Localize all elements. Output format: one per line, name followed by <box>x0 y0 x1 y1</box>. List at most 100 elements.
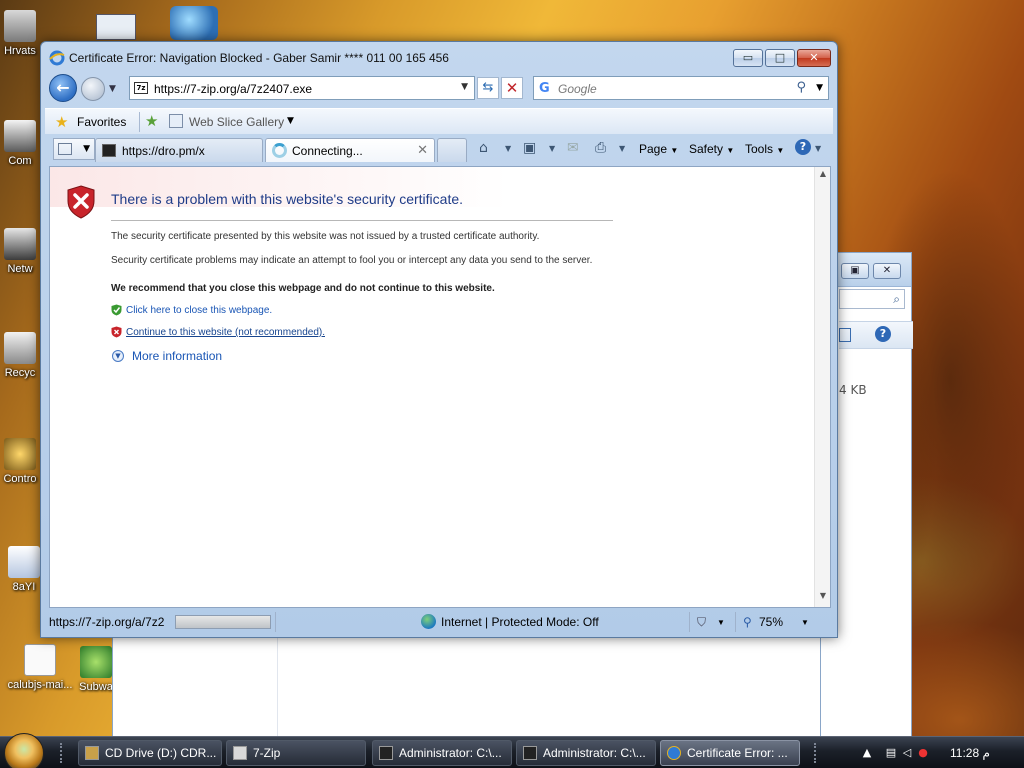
network-tray-icon[interactable]: ▤ <box>884 746 898 760</box>
help-dropdown-icon[interactable]: ▼ <box>815 144 821 153</box>
ie-window[interactable]: Certificate Error: Navigation Blocked - … <box>40 41 838 638</box>
quick-tabs-grid-icon <box>58 143 72 155</box>
favorites-bar: ★ Favorites ★ Web Slice Gallery ▼ <box>45 108 833 134</box>
window-title: Certificate Error: Navigation Blocked - … <box>69 51 449 65</box>
desktop-icon-label: Netw <box>7 263 33 275</box>
media-icon[interactable] <box>170 6 218 40</box>
help-icon[interactable]: ? <box>795 139 811 155</box>
zoom-dropdown-icon[interactable]: ▼ <box>801 618 809 627</box>
google-icon: G <box>539 81 550 96</box>
read-mail-icon[interactable]: ✉ <box>567 140 579 156</box>
error-heading: There is a problem with this website's s… <box>111 191 464 207</box>
taskbar: CD Drive (D:) CDR... 7-Zip Administrator… <box>0 733 1024 768</box>
status-divider <box>689 612 690 632</box>
tab-dro-pm[interactable]: https://dro.pm/x <box>95 138 263 162</box>
close-button[interactable]: ✕ <box>873 263 901 279</box>
continue-to-website-link[interactable]: Continue to this website (not recommende… <box>126 327 325 338</box>
web-slice-gallery-link[interactable]: Web Slice Gallery <box>189 115 284 129</box>
tab-label: https://dro.pm/x <box>122 144 205 158</box>
favorites-button[interactable]: Favorites <box>77 115 126 129</box>
taskbar-button-cd-drive[interactable]: CD Drive (D:) CDR... <box>78 740 222 766</box>
vertical-scrollbar[interactable]: ▲ ▼ <box>814 167 830 607</box>
clock[interactable]: 11:28 م <box>950 746 990 760</box>
desktop-icon-label: Com <box>8 155 32 167</box>
status-divider <box>275 612 276 632</box>
taskbar-button-label: Administrator: C:\... <box>399 746 502 760</box>
forward-button[interactable] <box>81 77 105 101</box>
print-icon[interactable]: ⎙ <box>595 140 606 156</box>
scroll-down-arrow-icon[interactable]: ▼ <box>815 591 831 605</box>
search-icon: ⌕ <box>893 292 900 306</box>
pane-icon[interactable] <box>839 328 851 342</box>
window-titlebar[interactable]: Certificate Error: Navigation Blocked - … <box>41 42 837 72</box>
volume-tray-icon[interactable]: ◁ <box>900 746 914 760</box>
zoom-magnifier-icon: ⚲ <box>743 615 752 629</box>
tools-menu[interactable]: Tools ▼ <box>745 142 784 156</box>
taskbar-button-cmd-2[interactable]: Administrator: C:\... <box>516 740 656 766</box>
recent-pages-dropdown[interactable]: ▼ <box>109 84 116 94</box>
home-icon[interactable]: ⌂ <box>479 140 488 156</box>
status-divider <box>735 612 736 632</box>
feeds-icon[interactable]: ▣ <box>523 140 536 156</box>
search-input[interactable]: ⌕ <box>839 289 905 309</box>
stop-button[interactable]: ✕ <box>501 77 523 99</box>
tab-close-icon[interactable]: ✕ <box>417 143 428 158</box>
feeds-dropdown-icon[interactable]: ▼ <box>549 144 555 153</box>
command-bar: ? <box>839 321 913 349</box>
search-placeholder[interactable]: Google <box>558 82 597 96</box>
tab-label: Connecting... <box>292 144 363 158</box>
separator <box>139 112 140 132</box>
desktop-icon-label: calubjs-mai... <box>7 679 73 691</box>
search-options-dropdown-icon[interactable]: ▼ <box>816 83 823 93</box>
control-panel-icon <box>4 438 36 470</box>
zoom-level[interactable]: 75% <box>759 615 783 629</box>
start-button[interactable] <box>4 733 44 768</box>
maximize-button[interactable]: □ <box>765 49 795 67</box>
back-button[interactable]: ← <box>49 74 77 102</box>
print-dropdown-icon[interactable]: ▼ <box>619 144 625 153</box>
more-information-link[interactable]: More information <box>132 349 222 363</box>
page-content: There is a problem with this website's s… <box>49 166 831 608</box>
web-slice-dropdown-icon[interactable]: ▼ <box>287 116 294 126</box>
address-url[interactable]: https://7-zip.org/a/7z2407.exe <box>154 82 312 96</box>
minimize-button[interactable]: ▭ <box>733 49 763 67</box>
address-bar[interactable]: 7z https://7-zip.org/a/7z2407.exe ▼ <box>129 76 475 100</box>
taskbar-button-7zip[interactable]: 7-Zip <box>226 740 366 766</box>
taskbar-button-ie[interactable]: Certificate Error: ... <box>660 740 800 766</box>
search-box[interactable]: G Google ⚲ ▼ <box>533 76 829 100</box>
taskbar-grip[interactable] <box>814 743 820 763</box>
new-tab-button[interactable] <box>437 138 467 162</box>
taskbar-button-cmd-1[interactable]: Administrator: C:\... <box>372 740 512 766</box>
tab-connecting[interactable]: Connecting... ✕ <box>265 138 435 162</box>
restore-button[interactable]: ▣ <box>841 263 869 279</box>
scroll-up-arrow-icon[interactable]: ▲ <box>815 169 831 183</box>
expand-chevron-icon[interactable]: ▼ <box>112 350 124 362</box>
help-icon[interactable]: ? <box>875 326 891 342</box>
close-button[interactable]: ✕ <box>797 49 831 67</box>
desktop-icon-label: Hrvats <box>4 45 36 57</box>
security-shield-error-icon <box>66 185 96 219</box>
safety-menu[interactable]: Safety ▼ <box>689 142 734 156</box>
home-dropdown-icon[interactable]: ▼ <box>505 144 511 153</box>
console-icon <box>523 746 537 760</box>
tab-list-dropdown-icon[interactable]: ▼ <box>83 144 90 154</box>
document-icon[interactable] <box>96 14 136 40</box>
pane-divider <box>277 637 278 737</box>
red-shield-icon <box>111 326 122 338</box>
page-menu[interactable]: Page ▼ <box>639 142 678 156</box>
security-zone-text[interactable]: Internet | Protected Mode: Off <box>441 615 599 629</box>
show-hidden-icons-icon[interactable]: ▲ <box>860 746 874 760</box>
privacy-report-icon[interactable]: ⛉ <box>697 615 706 630</box>
chevron-down-icon: ▼ <box>726 146 735 155</box>
desktop-icon-calubjs[interactable]: calubjs-mai... <box>6 644 74 691</box>
security-tray-icon[interactable]: ● <box>916 746 930 760</box>
ie-logo-icon <box>667 746 681 760</box>
address-dropdown-icon[interactable]: ▼ <box>461 82 468 92</box>
privacy-dropdown-icon[interactable]: ▼ <box>717 618 725 627</box>
close-webpage-link[interactable]: Click here to close this webpage. <box>126 305 272 316</box>
refresh-button[interactable]: ⇆ <box>477 77 499 99</box>
taskbar-grip[interactable] <box>60 743 66 763</box>
search-icon[interactable]: ⚲ <box>796 80 806 95</box>
quick-tabs-button[interactable]: ▼ <box>53 138 95 160</box>
add-to-favorites-icon[interactable]: ★ <box>145 112 158 130</box>
